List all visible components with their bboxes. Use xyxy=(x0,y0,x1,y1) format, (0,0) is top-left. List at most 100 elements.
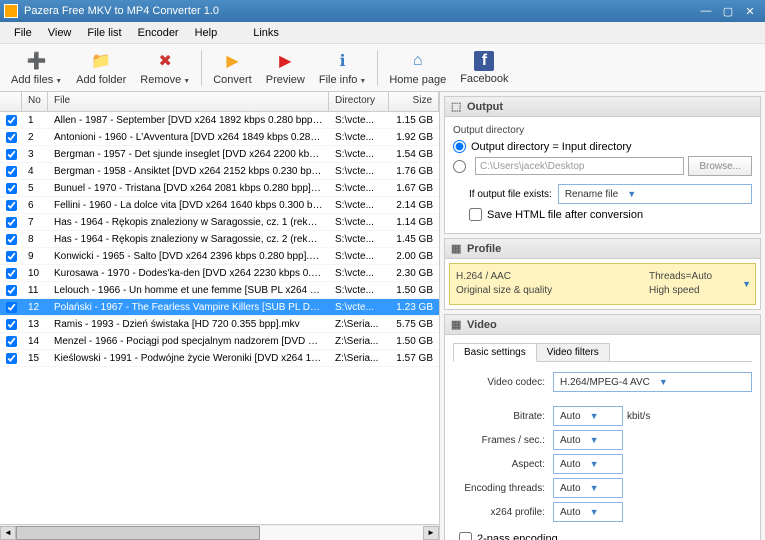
row-size: 1.50 GB xyxy=(389,335,439,348)
row-directory: S:\vcte... xyxy=(329,199,389,212)
row-size: 1.45 GB xyxy=(389,233,439,246)
twopass-checkbox[interactable] xyxy=(459,532,472,540)
output-path-input[interactable] xyxy=(475,157,684,175)
row-checkbox[interactable] xyxy=(6,183,17,194)
row-checkbox[interactable] xyxy=(6,234,17,245)
output-custom-dir-radio[interactable] xyxy=(453,160,466,173)
aspect-select[interactable]: Auto▼ xyxy=(553,454,623,474)
row-size: 1.57 GB xyxy=(389,352,439,365)
profile-quality: Original size & quality xyxy=(456,284,649,298)
horizontal-scrollbar[interactable]: ◄ ► xyxy=(0,524,439,540)
chevron-down-icon[interactable]: ▼ xyxy=(742,279,751,289)
minimize-button[interactable]: — xyxy=(695,3,717,19)
close-button[interactable]: ✕ xyxy=(739,3,761,19)
table-row[interactable]: 13Ramis - 1993 - Dzień świstaka [HD 720 … xyxy=(0,316,439,333)
row-filename: Menzel - 1966 - Pociągi pod specjalnym n… xyxy=(48,335,329,348)
file-list[interactable]: 1Allen - 1987 - September [DVD x264 1892… xyxy=(0,112,439,524)
table-row[interactable]: 1Allen - 1987 - September [DVD x264 1892… xyxy=(0,112,439,129)
col-directory[interactable]: Directory xyxy=(329,92,389,111)
row-checkbox[interactable] xyxy=(6,166,17,177)
profile-panel-header[interactable]: ▦ Profile xyxy=(444,238,761,259)
table-row[interactable]: 5Bunuel - 1970 - Tristana [DVD x264 2081… xyxy=(0,180,439,197)
table-row[interactable]: 10Kurosawa - 1970 - Dodes'ka-den [DVD x2… xyxy=(0,265,439,282)
profile-speed: High speed xyxy=(649,284,749,298)
row-directory: S:\vcte... xyxy=(329,131,389,144)
video-codec-select[interactable]: H.264/MPEG-4 AVC▼ xyxy=(553,372,752,392)
toolbar-facebook[interactable]: fFacebook xyxy=(453,48,515,88)
col-file[interactable]: File xyxy=(48,92,329,111)
bitrate-select[interactable]: Auto▼ xyxy=(553,406,623,426)
row-no: 8 xyxy=(22,233,48,246)
row-checkbox[interactable] xyxy=(6,217,17,228)
row-checkbox[interactable] xyxy=(6,132,17,143)
row-checkbox[interactable] xyxy=(6,302,17,313)
row-checkbox[interactable] xyxy=(6,285,17,296)
toolbar-add-files[interactable]: ➕Add files▼ xyxy=(4,47,69,89)
table-row[interactable]: 6Fellini - 1960 - La dolce vita [DVD x26… xyxy=(0,197,439,214)
scroll-thumb[interactable] xyxy=(16,526,260,540)
menu-help[interactable]: Help xyxy=(187,24,226,42)
x264-profile-select[interactable]: Auto▼ xyxy=(553,502,623,522)
output-same-dir-radio[interactable] xyxy=(453,140,466,153)
menu-file[interactable]: File xyxy=(6,24,40,42)
video-panel-header[interactable]: ▦ Video xyxy=(444,314,761,335)
row-size: 2.14 GB xyxy=(389,199,439,212)
toolbar-preview[interactable]: ▶Preview xyxy=(259,47,312,89)
tab-video-filters[interactable]: Video filters xyxy=(536,343,610,361)
toolbar-add-folder[interactable]: 📁Add folder xyxy=(69,47,133,89)
toolbar-home-page[interactable]: ⌂Home page xyxy=(382,47,453,89)
fps-select[interactable]: Auto▼ xyxy=(553,430,623,450)
bitrate-label: Bitrate: xyxy=(453,411,553,422)
menu-encoder[interactable]: Encoder xyxy=(130,24,187,42)
encoding-threads-select[interactable]: Auto▼ xyxy=(553,478,623,498)
toolbar-file-info[interactable]: ℹFile info▼ xyxy=(312,47,373,89)
col-no[interactable]: No xyxy=(22,92,48,111)
table-row[interactable]: 7Has - 1964 - Rękopis znaleziony w Sarag… xyxy=(0,214,439,231)
row-checkbox[interactable] xyxy=(6,336,17,347)
row-filename: Bergman - 1957 - Det sjunde inseglet [DV… xyxy=(48,148,329,161)
row-checkbox[interactable] xyxy=(6,251,17,262)
table-row[interactable]: 11Lelouch - 1966 - Un homme et une femme… xyxy=(0,282,439,299)
col-size[interactable]: Size xyxy=(389,92,439,111)
row-size: 1.76 GB xyxy=(389,165,439,178)
toolbar-remove[interactable]: ✖Remove▼ xyxy=(133,47,197,89)
table-row[interactable]: 12Polański - 1967 - The Fearless Vampire… xyxy=(0,299,439,316)
output-panel-header[interactable]: ⬚ Output xyxy=(444,96,761,117)
scroll-left-button[interactable]: ◄ xyxy=(0,526,16,540)
table-row[interactable]: 14Menzel - 1966 - Pociągi pod specjalnym… xyxy=(0,333,439,350)
col-checkbox[interactable] xyxy=(0,92,22,111)
table-row[interactable]: 8Has - 1964 - Rękopis znaleziony w Sarag… xyxy=(0,231,439,248)
twopass-label: 2-pass encoding xyxy=(477,533,558,540)
row-checkbox[interactable] xyxy=(6,268,17,279)
add-files-icon: ➕ xyxy=(26,50,48,72)
menu-filelist[interactable]: File list xyxy=(79,24,129,42)
table-row[interactable]: 3Bergman - 1957 - Det sjunde inseglet [D… xyxy=(0,146,439,163)
facebook-icon: f xyxy=(474,51,494,71)
row-checkbox[interactable] xyxy=(6,115,17,126)
row-checkbox[interactable] xyxy=(6,319,17,330)
table-row[interactable]: 2Antonioni - 1960 - L'Avventura [DVD x26… xyxy=(0,129,439,146)
table-row[interactable]: 4Bergman - 1958 - Ansiktet [DVD x264 215… xyxy=(0,163,439,180)
menu-links[interactable]: Links xyxy=(245,24,287,42)
browse-button[interactable]: Browse... xyxy=(688,156,752,176)
table-row[interactable]: 15Kieślowski - 1991 - Podwójne życie Wer… xyxy=(0,350,439,367)
row-filename: Has - 1964 - Rękopis znaleziony w Sarago… xyxy=(48,233,329,246)
menu-view[interactable]: View xyxy=(40,24,80,42)
row-directory: S:\vcte... xyxy=(329,165,389,178)
scroll-right-button[interactable]: ► xyxy=(423,526,439,540)
row-checkbox[interactable] xyxy=(6,149,17,160)
table-row[interactable]: 9Konwicki - 1965 - Salto [DVD x264 2396 … xyxy=(0,248,439,265)
maximize-button[interactable]: ▢ xyxy=(717,3,739,19)
save-html-label: Save HTML file after conversion xyxy=(487,209,643,221)
row-size: 1.92 GB xyxy=(389,131,439,144)
row-checkbox[interactable] xyxy=(6,353,17,364)
encoding-threads-label: Encoding threads: xyxy=(453,483,553,494)
row-no: 15 xyxy=(22,352,48,365)
row-checkbox[interactable] xyxy=(6,200,17,211)
tab-basic-settings[interactable]: Basic settings xyxy=(453,343,537,362)
if-exists-select[interactable]: Rename file▼ xyxy=(558,184,752,204)
toolbar-convert[interactable]: ▶Convert xyxy=(206,47,259,89)
row-directory: S:\vcte... xyxy=(329,301,389,314)
profile-selector[interactable]: H.264 / AAC Original size & quality Thre… xyxy=(449,263,756,305)
save-html-checkbox[interactable] xyxy=(469,208,482,221)
